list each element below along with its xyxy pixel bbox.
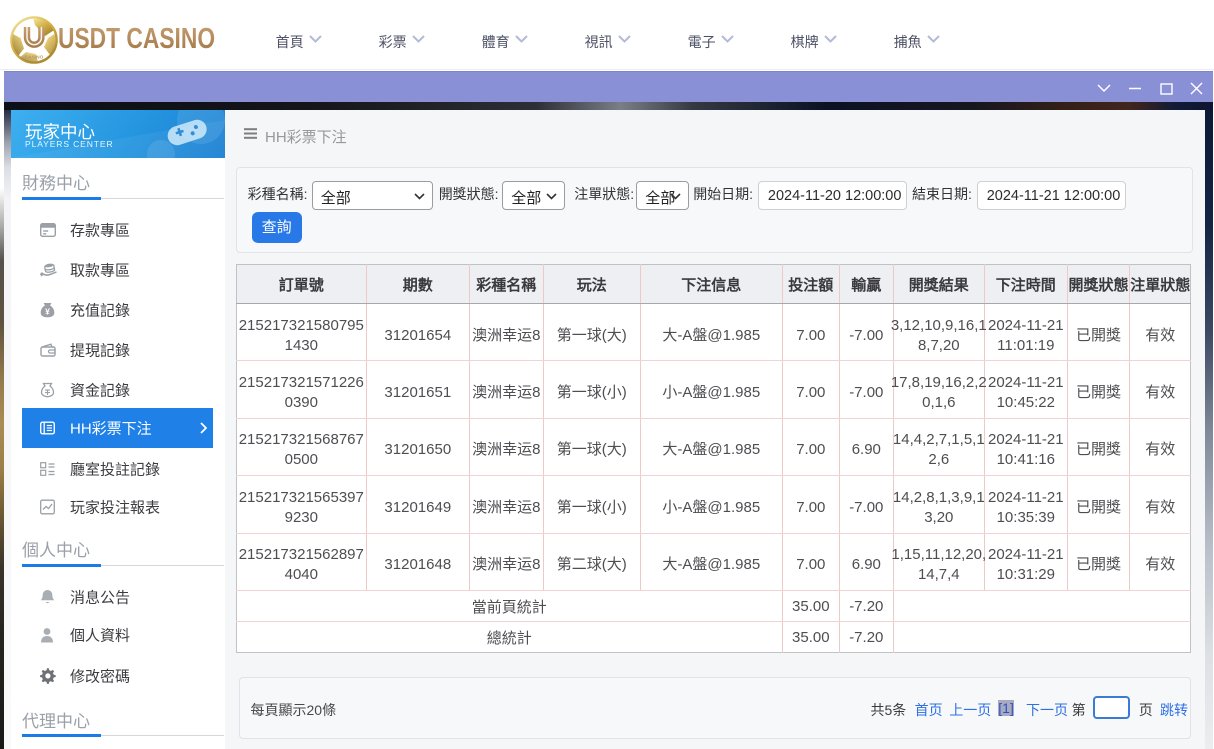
svg-text:¥: ¥ xyxy=(45,307,50,317)
svg-text:CASINO: CASINO xyxy=(25,55,44,61)
